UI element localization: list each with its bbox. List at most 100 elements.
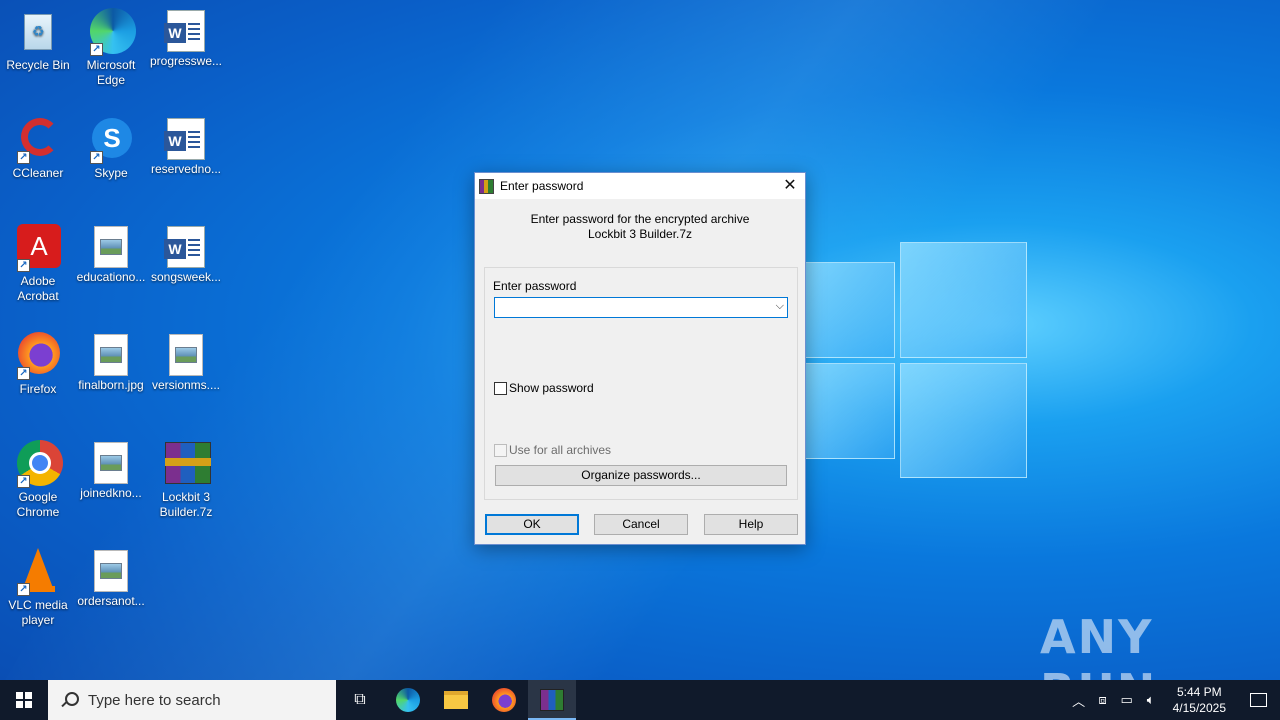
desktop-icon-finalborn[interactable]: finalborn.jpg — [73, 332, 149, 393]
desktop-icon-lockbit-archive[interactable]: Lockbit 3 Builder.7z — [148, 440, 224, 520]
volume-icon[interactable]: 🔈︎ — [1139, 692, 1163, 708]
taskbar-search-box[interactable]: Type here to search — [48, 680, 336, 720]
archive-name: Lockbit 3 Builder.7z — [587, 227, 693, 241]
taskbar-file-explorer[interactable] — [432, 680, 480, 720]
network-sharing-icon[interactable]: ⧈ — [1091, 692, 1115, 708]
close-button[interactable]: ✕ — [775, 173, 805, 199]
desktop-icon-label: Firefox — [19, 382, 57, 396]
shortcut-arrow-icon: ↗ — [17, 259, 30, 272]
checkbox-box[interactable] — [494, 381, 507, 395]
desktop-icon-label: songsweek... — [150, 270, 222, 284]
winrar-app-icon — [479, 178, 494, 194]
word-document-icon: W — [164, 118, 205, 160]
shortcut-arrow-icon: ↗ — [17, 367, 30, 380]
desktop-icon-songsweek[interactable]: W songsweek... — [148, 224, 224, 285]
desktop-icon-educationo[interactable]: educationo... — [73, 224, 149, 285]
desktop-icon-label: progresswe... — [149, 54, 223, 68]
task-view-icon: ⧉ — [354, 691, 366, 708]
desktop-icon-label: Microsoft Edge — [86, 58, 136, 87]
shortcut-arrow-icon: ↗ — [17, 475, 30, 488]
notification-icon — [1249, 693, 1267, 707]
desktop-icon-ccleaner[interactable]: ↗ CCleaner — [0, 116, 76, 181]
dialog-message: Enter password for the encrypted archive… — [475, 199, 805, 267]
desktop-icon-label: Recycle Bin — [6, 58, 70, 72]
desktop-icon-microsoft-edge[interactable]: ↗ Microsoft Edge — [73, 8, 149, 88]
winrar-icon — [540, 689, 564, 711]
show-password-checkbox[interactable]: Show password — [494, 381, 594, 395]
desktop-icon-vlc[interactable]: ↗ VLC media player — [0, 548, 76, 628]
clock[interactable]: 5:44 PM 4/15/2025 — [1163, 684, 1236, 716]
folder-icon — [444, 691, 468, 709]
desktop-icon-adobe-acrobat[interactable]: A ↗ Adobe Acrobat — [0, 224, 76, 304]
password-combobox[interactable]: ⌵ — [494, 297, 788, 318]
desktop-icon-reservedno[interactable]: W reservedno... — [148, 116, 224, 177]
desktop-icon-label: versionms.... — [151, 378, 220, 392]
recycle-bin-icon: ♻ — [15, 8, 61, 54]
taskbar-firefox[interactable] — [480, 680, 528, 720]
taskbar: Type here to search ⧉ ︿ ⧈ ▭ 🔈︎ 5:44 PM 4… — [0, 680, 1280, 720]
network-icon[interactable]: ▭ — [1115, 692, 1139, 708]
cancel-button[interactable]: Cancel — [594, 514, 688, 535]
image-file-icon — [94, 334, 128, 376]
start-button[interactable] — [0, 680, 48, 720]
desktop-icon-ordersanot[interactable]: ordersanot... — [73, 548, 149, 609]
chrome-icon: ↗ — [15, 440, 63, 488]
wallpaper-windows-logo — [800, 240, 1030, 480]
winrar-archive-icon — [163, 440, 211, 486]
desktop-icon-versionms[interactable]: versionms.... — [148, 332, 224, 393]
image-file-icon — [169, 334, 203, 376]
desktop-icon-google-chrome[interactable]: ↗ Google Chrome — [0, 440, 76, 520]
password-input[interactable] — [495, 298, 765, 317]
ok-button[interactable]: OK — [485, 514, 579, 535]
dialog-titlebar[interactable]: Enter password ✕ — [475, 173, 805, 199]
use-for-all-archives-checkbox: Use for all archives — [494, 443, 611, 457]
help-button[interactable]: Help — [704, 514, 798, 535]
chevron-down-icon[interactable]: ⌵ — [776, 300, 784, 313]
message-line: Enter password for the encrypted archive — [530, 212, 750, 226]
task-view-button[interactable]: ⧉ — [336, 680, 384, 720]
firefox-icon — [492, 688, 516, 712]
image-file-icon — [94, 226, 128, 268]
clock-date: 4/15/2025 — [1172, 701, 1226, 715]
desktop-icon-label: Adobe Acrobat — [17, 274, 59, 303]
image-file-icon — [94, 550, 128, 592]
organize-passwords-button[interactable]: Organize passwords... — [495, 465, 787, 486]
chevron-up-icon[interactable]: ︿ — [1067, 691, 1091, 710]
desktop-icon-joinedkno[interactable]: joinedkno... — [73, 440, 149, 501]
search-placeholder: Type here to search — [88, 691, 221, 709]
ccleaner-icon: ↗ — [15, 116, 61, 164]
enter-password-dialog: Enter password ✕ Enter password for the … — [474, 172, 806, 545]
shortcut-arrow-icon: ↗ — [90, 151, 103, 164]
desktop-icon-firefox[interactable]: ↗ Firefox — [0, 332, 76, 397]
image-file-icon — [94, 442, 128, 484]
password-label: Enter password — [493, 279, 577, 293]
taskbar-winrar[interactable] — [528, 680, 576, 720]
desktop-icon-label: educationo... — [76, 270, 146, 284]
vlc-icon: ↗ — [15, 548, 61, 596]
firefox-icon: ↗ — [15, 332, 61, 380]
password-group: Enter password ⌵ Show password Use for a… — [484, 267, 798, 500]
shortcut-arrow-icon: ↗ — [17, 583, 30, 596]
clock-time: 5:44 PM — [1176, 685, 1222, 699]
desktop-icon-label: Google Chrome — [16, 490, 60, 519]
desktop-icon-label: CCleaner — [12, 166, 64, 180]
desktop-icon-skype[interactable]: S ↗ Skype — [73, 116, 149, 181]
desktop-icon-progresswe[interactable]: W progresswe... — [148, 8, 224, 69]
system-tray: ︿ ⧈ ▭ 🔈︎ 5:44 PM 4/15/2025 — [1067, 680, 1280, 720]
word-document-icon: W — [164, 226, 205, 268]
checkbox-label: Use for all archives — [509, 443, 612, 457]
desktop-icon-label: Lockbit 3 Builder.7z — [159, 490, 213, 519]
dialog-title: Enter password — [500, 179, 584, 193]
taskbar-edge[interactable] — [384, 680, 432, 720]
word-document-icon: W — [164, 10, 205, 52]
desktop-icon-label: Skype — [94, 166, 128, 180]
desktop-icon-recycle-bin[interactable]: ♻ Recycle Bin — [0, 8, 76, 73]
desktop-icon-label: VLC media player — [8, 598, 68, 627]
edge-icon — [396, 688, 420, 712]
edge-icon: ↗ — [88, 8, 136, 56]
notification-button[interactable] — [1236, 680, 1280, 720]
skype-icon: S ↗ — [88, 116, 134, 164]
shortcut-arrow-icon: ↗ — [90, 43, 103, 56]
search-icon — [60, 691, 79, 709]
checkbox-label: Show password — [509, 381, 594, 395]
